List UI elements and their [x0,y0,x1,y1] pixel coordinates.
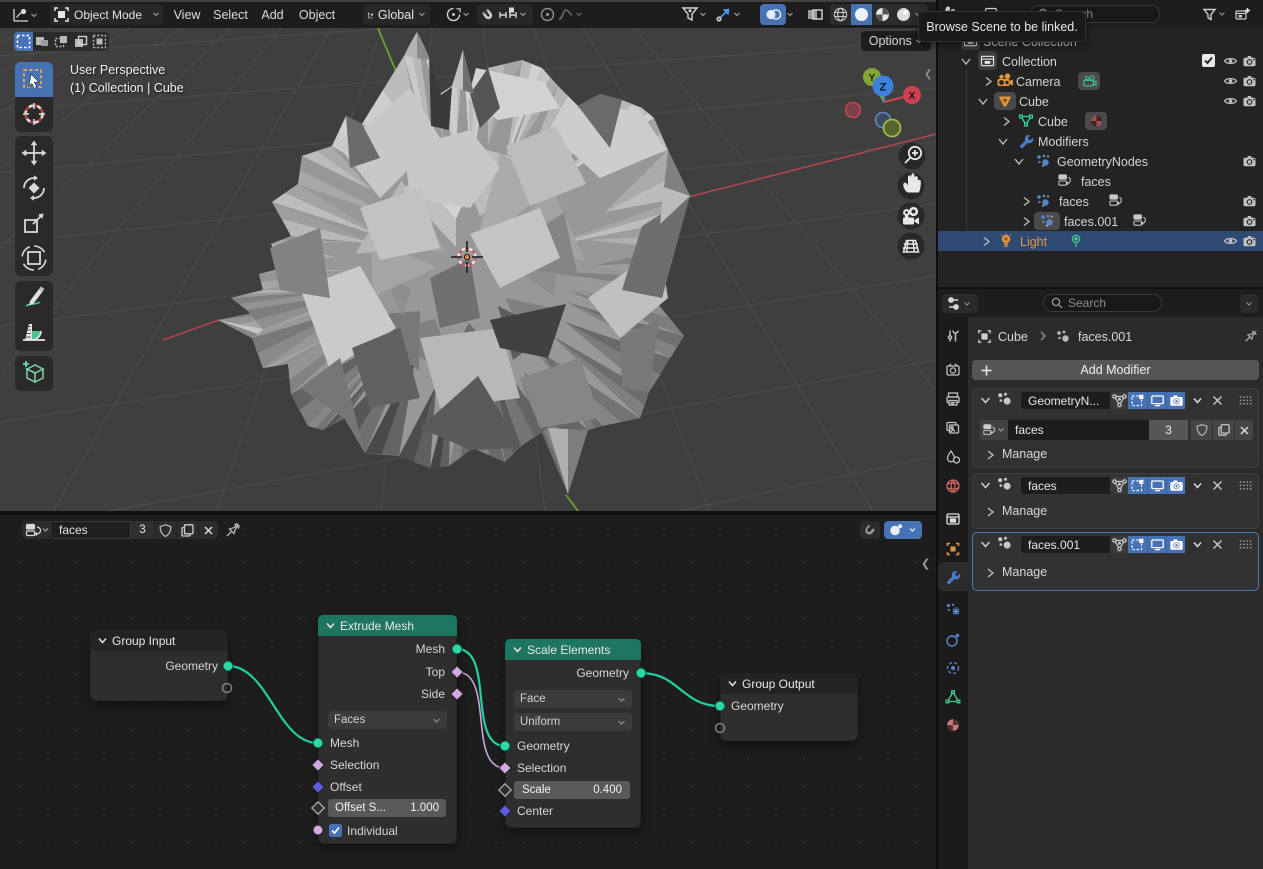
svg-text:Z: Z [880,82,887,94]
svg-text:X: X [909,91,916,102]
